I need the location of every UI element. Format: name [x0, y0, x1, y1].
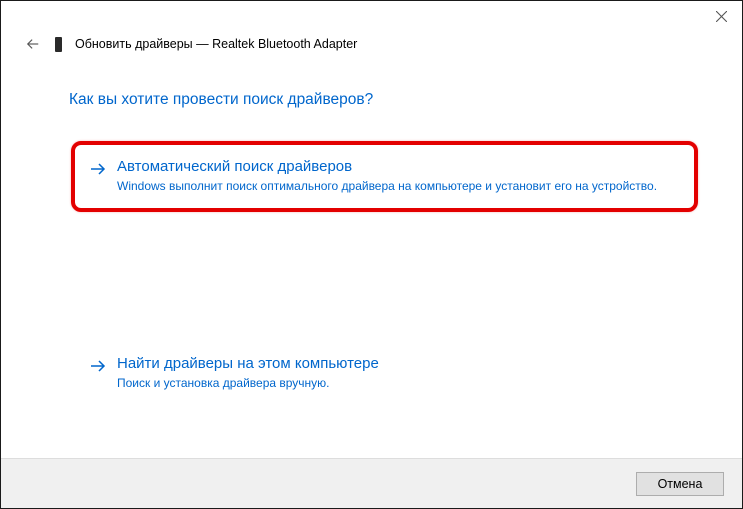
footer: Отмена — [1, 458, 742, 508]
cancel-button[interactable]: Отмена — [636, 472, 724, 496]
option-description: Поиск и установка драйвера вручную. — [117, 376, 379, 392]
option-text: Автоматический поиск драйверов Windows в… — [117, 157, 657, 194]
question-heading: Как вы хотите провести поиск драйверов? — [69, 91, 702, 109]
arrow-right-icon — [89, 160, 107, 178]
titlebar — [1, 1, 742, 31]
back-arrow-icon[interactable] — [25, 36, 41, 52]
content-area: Как вы хотите провести поиск драйверов? … — [1, 53, 742, 405]
option-auto-search[interactable]: Автоматический поиск драйверов Windows в… — [71, 141, 698, 212]
window-title: Обновить драйверы — Realtek Bluetooth Ad… — [75, 37, 357, 51]
header-row: Обновить драйверы — Realtek Bluetooth Ad… — [1, 31, 742, 53]
option-title: Автоматический поиск драйверов — [117, 157, 657, 177]
arrow-right-icon — [89, 357, 107, 375]
option-title: Найти драйверы на этом компьютере — [117, 354, 379, 374]
device-icon — [51, 35, 65, 53]
option-browse-computer[interactable]: Найти драйверы на этом компьютере Поиск … — [75, 342, 692, 405]
close-icon[interactable] — [714, 9, 728, 23]
option-text: Найти драйверы на этом компьютере Поиск … — [117, 354, 379, 391]
option-description: Windows выполнит поиск оптимального драй… — [117, 179, 657, 195]
